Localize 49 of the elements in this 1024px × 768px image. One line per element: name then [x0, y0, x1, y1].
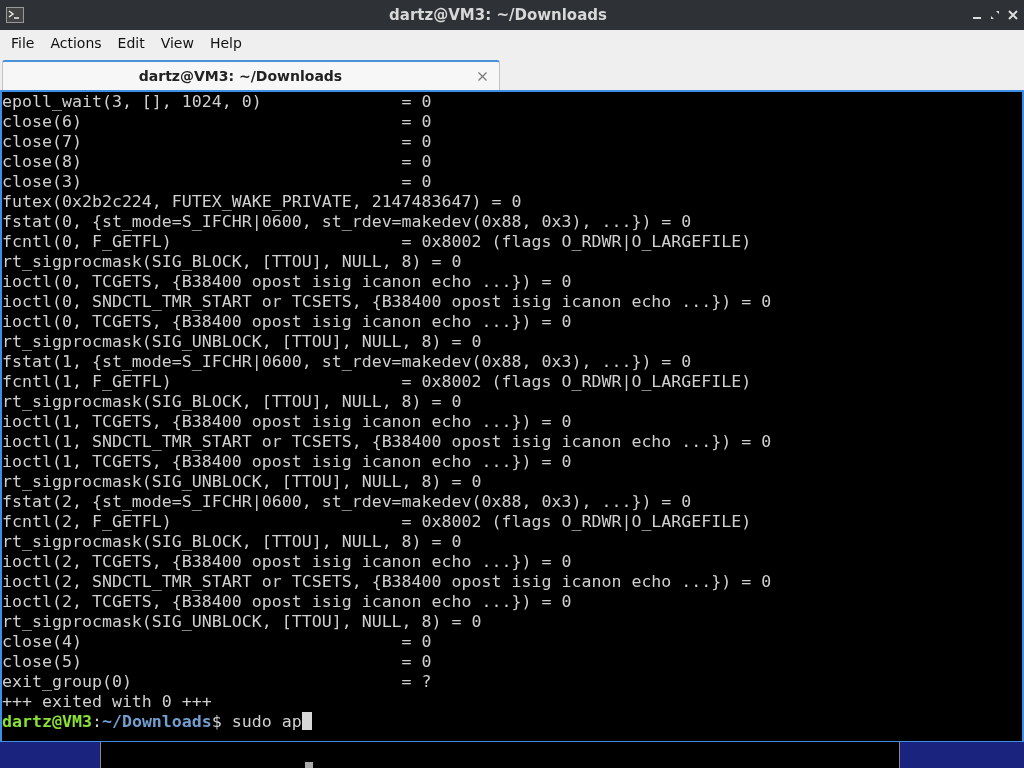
- terminal-line: ioctl(1, TCGETS, {B38400 opost isig icanon echo ...}) = 0: [2, 452, 573, 472]
- terminal-line: rt_sigprocmask(SIG_UNBLOCK, [TTOU], NULL, 8) = 0: [2, 612, 483, 632]
- terminal-line: ioctl(1, SNDCTL_TMR_START or TCSETS, {B38400 opost isig icanon echo ...}) = 0: [2, 432, 773, 452]
- terminal-line: fstat(1, {st_mode=S_IFCHR|0600, st_rdev=makedev(0x88, 0x3), ...}) = 0: [2, 352, 693, 372]
- terminal-line: rt_sigprocmask(SIG_UNBLOCK, [TTOU], NULL, 8) = 0: [2, 332, 483, 352]
- terminal-tab[interactable]: dartz@VM3: ~/Downloads: [2, 60, 500, 90]
- terminal-line: ioctl(0, TCGETS, {B38400 opost isig icanon echo ...}) = 0: [2, 272, 573, 292]
- terminal-line: fcntl(2, F_GETFL) = 0x8002 (flags O_RDWR|O_LARGEFILE): [2, 512, 753, 532]
- terminal-line: fstat(0, {st_mode=S_IFCHR|0600, st_rdev=makedev(0x88, 0x3), ...}) = 0: [2, 212, 693, 232]
- terminal-line: close(5) = 0: [2, 652, 433, 672]
- terminal-line: exit_group(0) = ?: [2, 672, 433, 692]
- terminal-line: futex(0x2b2c224, FUTEX_WAKE_PRIVATE, 2147483647) = 0: [2, 192, 523, 212]
- terminal-line: rt_sigprocmask(SIG_BLOCK, [TTOU], NULL, 8) = 0: [2, 532, 463, 552]
- terminal-line: ioctl(2, SNDCTL_TMR_START or TCSETS, {B38400 opost isig icanon echo ...}) = 0: [2, 572, 773, 592]
- prompt-separator: :: [91, 712, 102, 732]
- terminal-line: ioctl(0, SNDCTL_TMR_START or TCSETS, {B38400 opost isig icanon echo ...}) = 0: [2, 292, 773, 312]
- prompt-command: $ sudo ap: [211, 712, 302, 732]
- terminal-line: close(7) = 0: [2, 132, 433, 152]
- menu-item[interactable]: Edit: [109, 35, 153, 51]
- close-icon[interactable]: [478, 71, 487, 81]
- terminal-line: ioctl(2, TCGETS, {B38400 opost isig icanon echo ...}) = 0: [2, 552, 573, 572]
- menu-item[interactable]: Actions: [42, 35, 110, 51]
- terminal-line: ioctl(1, TCGETS, {B38400 opost isig icanon echo ...}) = 0: [2, 412, 573, 432]
- terminal-line: fcntl(1, F_GETFL) = 0x8002 (flags O_RDWR|O_LARGEFILE): [2, 372, 753, 392]
- text-cursor: [301, 712, 312, 730]
- terminal-line: close(3) = 0: [2, 172, 433, 192]
- terminal-line: fcntl(0, F_GETFL) = 0x8002 (flags O_RDWR|O_LARGEFILE): [2, 232, 753, 252]
- terminal-line: close(6) = 0: [2, 112, 433, 132]
- terminal-line: ioctl(2, TCGETS, {B38400 opost isig icanon echo ...}) = 0: [2, 592, 573, 612]
- terminal-line: ioctl(0, TCGETS, {B38400 opost isig icanon echo ...}) = 0: [2, 312, 573, 332]
- menu-item[interactable]: Help: [201, 35, 250, 51]
- tab-label: dartz@VM3: ~/Downloads: [137, 68, 344, 84]
- terminal-line: rt_sigprocmask(SIG_BLOCK, [TTOU], NULL, 8) = 0: [2, 392, 463, 412]
- menu-item[interactable]: View: [152, 35, 202, 51]
- terminal-line: rt_sigprocmask(SIG_UNBLOCK, [TTOU], NULL, 8) = 0: [2, 472, 483, 492]
- menu-item[interactable]: File: [3, 35, 43, 51]
- terminal-line: close(4) = 0: [2, 632, 433, 652]
- window-marker: [305, 762, 313, 768]
- prompt-user-host: dartz@VM3: [2, 712, 92, 732]
- terminal-line: close(8) = 0: [2, 152, 433, 172]
- terminal-line: rt_sigprocmask(SIG_BLOCK, [TTOU], NULL, 8) = 0: [2, 252, 463, 272]
- window-title: dartz@VM3: ~/Downloads: [388, 6, 608, 24]
- terminal-line: epoll_wait(3, [], 1024, 0) = 0: [2, 92, 433, 112]
- terminal-line: +++ exited with 0 +++: [2, 692, 213, 712]
- maximize-icon[interactable]: [990, 10, 1000, 20]
- terminal-line: fstat(2, {st_mode=S_IFCHR|0600, st_rdev=makedev(0x88, 0x3), ...}) = 0: [2, 492, 693, 512]
- terminal-icon: [6, 7, 24, 23]
- terminal-area[interactable]: [0, 90, 1024, 742]
- prompt-path: ~/Downloads: [101, 712, 212, 732]
